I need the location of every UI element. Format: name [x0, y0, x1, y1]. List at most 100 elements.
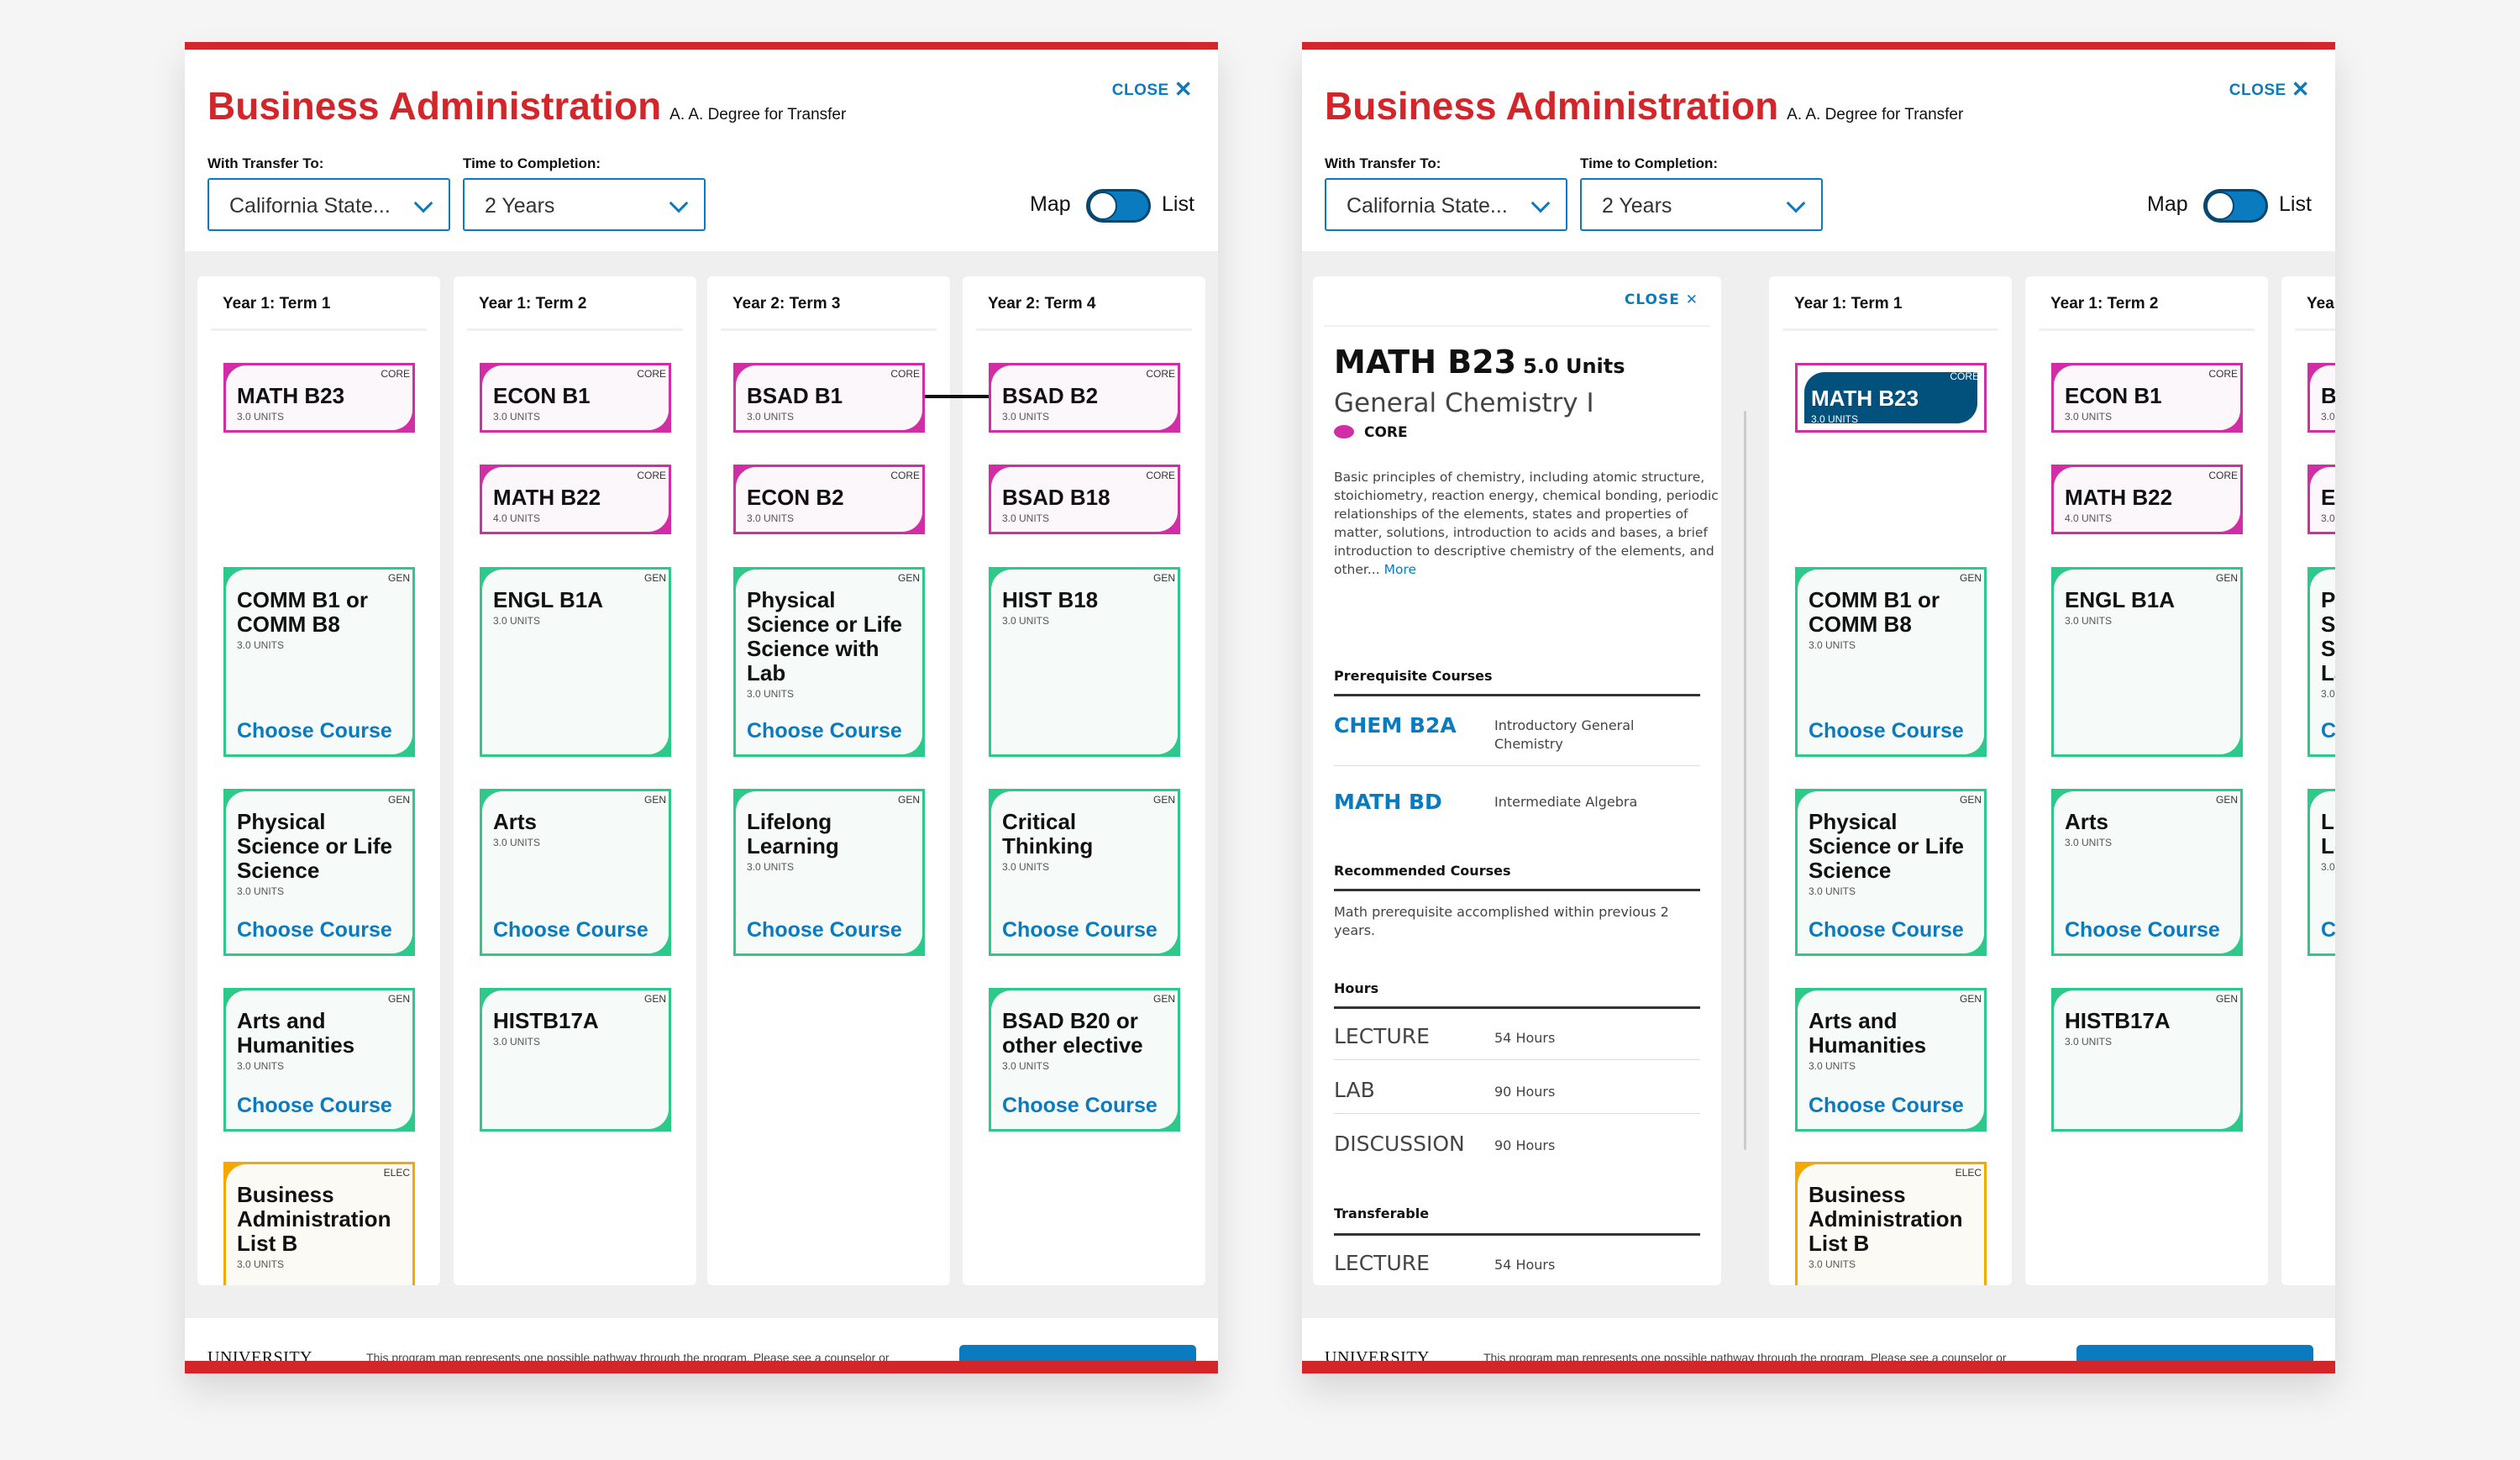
time-select[interactable]: 2 Years — [1580, 178, 1823, 231]
course-card[interactable]: CORE MATH B22 4.0 UNITS — [2051, 465, 2243, 534]
course-card[interactable]: GEN Arts 3.0 UNITS Choose Course — [480, 789, 671, 956]
course-units: 3.0 UNITS — [747, 861, 795, 873]
course-card[interactable]: GENLifelong Learning3.0 UNITSChoose Cour… — [2307, 789, 2335, 956]
course-card[interactable]: COREBSAD B13.0 UNITS — [2307, 363, 2335, 433]
term-column: Year 1: Term 2 CORE ECON B1 3.0 UNITS CORE MA… — [2025, 276, 2268, 1285]
course-card[interactable]: GEN Physical Science or Life Science 3.0 U… — [1795, 789, 1987, 956]
course-card[interactable]: GEN Physical Science or Life Science 3.0 U… — [223, 789, 415, 956]
course-card[interactable]: CORE ECON B1 3.0 UNITS — [480, 363, 671, 433]
detail-scrollbar[interactable] — [1744, 411, 1746, 1150]
more-link[interactable]: More — [1384, 562, 1416, 577]
course-card[interactable]: GEN HIST B18 3.0 UNITS — [989, 567, 1180, 757]
toggle-map-label[interactable]: Map — [1030, 192, 1071, 217]
course-card[interactable]: CORE MATH B22 4.0 UNITS — [480, 465, 671, 534]
course-card[interactable]: ELEC Business Administration List B 3.0 UN… — [1795, 1162, 1987, 1285]
close-label: CLOSE — [1624, 291, 1680, 308]
course-card[interactable]: GEN Arts and Humanities 3.0 UNITS Choose Co… — [1795, 988, 1987, 1132]
toggle-list-label[interactable]: List — [2279, 192, 2312, 217]
course-card[interactable]: CORE BSAD B2 3.0 UNITS — [989, 363, 1180, 433]
choose-course-link[interactable]: Choose Course — [237, 918, 392, 943]
course-card[interactable]: ELEC Business Administration List B 3.0 UN… — [223, 1162, 415, 1285]
course-code: Business Administration List B 3.0 UNITS — [1809, 1183, 1975, 1271]
print-program-map-button[interactable]: Print Program Map — [959, 1345, 1196, 1361]
divider — [2039, 328, 2255, 331]
course-card[interactable]: GENLifelong Learning3.0 UNITSChoose Cour… — [733, 789, 925, 956]
course-title: Business Administration List B — [237, 1182, 391, 1256]
course-code: HISTB17A 3.0 UNITS — [2065, 1009, 2231, 1048]
choose-course-link[interactable]: Choose Course — [237, 1094, 392, 1118]
course-title: Physical Science or Life Science with La… — [2321, 587, 2335, 685]
course-units: 3.0 UNITS — [2065, 615, 2113, 627]
close-button[interactable]: CLOSE ✕ — [1112, 76, 1193, 102]
course-card[interactable]: CORE ECON B1 3.0 UNITS — [2051, 363, 2243, 433]
hours-value: 90 Hours — [1494, 1084, 1556, 1100]
toggle-list-label[interactable]: List — [1162, 192, 1194, 217]
choose-course-link[interactable]: Choose Course — [2321, 719, 2335, 743]
course-card[interactable]: CORE MATH B23 3.0 UNITS — [223, 363, 415, 433]
choose-course-link[interactable]: Choose Course — [493, 918, 648, 943]
choose-course-link[interactable]: Choose Course — [747, 918, 902, 943]
transferable-heading: Transferable — [1334, 1205, 1430, 1221]
choose-course-link[interactable]: Choose Course — [1002, 1094, 1158, 1118]
course-code: ECON B1 3.0 UNITS — [2065, 384, 2231, 423]
hours-type: LECTURE — [1334, 1024, 1430, 1048]
course-card[interactable]: GEN COMM B1 or COMM B8 3.0 UNITS Choose Cou… — [1795, 567, 1987, 757]
course-type-badge: GEN — [387, 572, 410, 584]
choose-course-link[interactable]: Choose Course — [1809, 719, 1964, 743]
print-program-map-button[interactable]: Print Program Map — [2076, 1345, 2313, 1361]
map-list-toggle[interactable] — [1086, 189, 1151, 223]
course-card[interactable]: GENPhysical Science or Life Science with… — [733, 567, 925, 757]
course-card[interactable]: GEN HISTB17A 3.0 UNITS — [480, 988, 671, 1132]
course-card[interactable]: GEN COMM B1 or COMM B8 3.0 UNITS Choose Cou… — [223, 567, 415, 757]
course-type-badge: GEN — [2215, 794, 2238, 806]
course-card[interactable]: GENPhysical Science or Life Science with… — [2307, 567, 2335, 757]
time-select[interactable]: 2 Years — [463, 178, 706, 231]
map-list-toggle[interactable] — [2203, 189, 2268, 223]
prereq-heading: Prerequisite Courses — [1334, 668, 1493, 684]
transfer-select[interactable]: California State... — [207, 178, 450, 231]
course-title: ENGL B1A — [2065, 587, 2175, 612]
course-card[interactable]: GEN Arts 3.0 UNITS Choose Course — [2051, 789, 2243, 956]
course-code: MATH B23 3.0 UNITS — [1811, 386, 1972, 426]
course-card[interactable]: GEN HISTB17A 3.0 UNITS — [2051, 988, 2243, 1132]
course-card[interactable]: COREBSAD B13.0 UNITS — [733, 363, 925, 433]
choose-course-link[interactable]: Choose Course — [1809, 1094, 1964, 1118]
course-code: Arts and Humanities 3.0 UNITS — [1809, 1009, 1975, 1073]
logo-line1: UNIVERSITY — [207, 1348, 312, 1367]
core-dot-icon — [1334, 425, 1354, 439]
category-label: CORE — [1364, 424, 1408, 441]
toggle-map-label[interactable]: Map — [2147, 192, 2188, 217]
close-button[interactable]: CLOSE ✕ — [2229, 76, 2310, 102]
course-card[interactable]: GEN ENGL B1A 3.0 UNITS — [2051, 567, 2243, 757]
choose-course-link[interactable]: Choose Course — [2065, 918, 2220, 943]
course-card[interactable]: GEN Critical Thinking 3.0 UNITS Choose Cour… — [989, 789, 1180, 956]
course-type-badge: CORE — [381, 368, 410, 380]
prereq-course-link[interactable]: MATH BD — [1334, 790, 1442, 814]
hours-heading: Hours — [1334, 980, 1379, 996]
choose-course-link[interactable]: Choose Course — [1002, 918, 1158, 943]
transfer-select[interactable]: California State... — [1325, 178, 1567, 231]
course-card[interactable]: GEN BSAD B20 or other elective 3.0 UNITS Ch… — [989, 988, 1180, 1132]
course-detail-panel: CLOSE ✕ MATH B23 5.0 Units General Chemistr… — [1313, 276, 1721, 1285]
course-card[interactable]: COREECON B23.0 UNITS — [2307, 465, 2335, 534]
choose-course-link[interactable]: Choose Course — [2321, 918, 2335, 943]
course-card[interactable]: GEN ENGL B1A 3.0 UNITS — [480, 567, 671, 757]
course-card[interactable]: CORE BSAD B18 3.0 UNITS — [989, 465, 1180, 534]
chevron-down-icon — [669, 193, 689, 213]
course-title: ECON B1 — [2065, 383, 2162, 408]
chevron-down-icon — [1530, 193, 1551, 213]
divider — [1334, 765, 1700, 766]
close-icon: ✕ — [2291, 76, 2310, 102]
choose-course-link[interactable]: Choose Course — [1809, 918, 1964, 943]
course-type-badge: GEN — [2215, 993, 2238, 1005]
choose-course-link[interactable]: Choose Course — [747, 719, 902, 743]
course-type-badge: ELEC — [383, 1167, 410, 1179]
course-card[interactable]: COREECON B23.0 UNITS — [733, 465, 925, 534]
course-card[interactable]: GEN Arts and Humanities 3.0 UNITS Choose Co… — [223, 988, 415, 1132]
course-card[interactable]: CORE MATH B23 3.0 UNITS — [1795, 363, 1987, 433]
choose-course-link[interactable]: Choose Course — [237, 719, 392, 743]
term-heading: Year 1: Term 2 — [2050, 295, 2159, 312]
detail-close-button[interactable]: CLOSE ✕ — [1625, 291, 1698, 308]
course-units: 3.0 UNITS — [1809, 1060, 1856, 1072]
prereq-course-link[interactable]: CHEM B2A — [1334, 713, 1457, 738]
